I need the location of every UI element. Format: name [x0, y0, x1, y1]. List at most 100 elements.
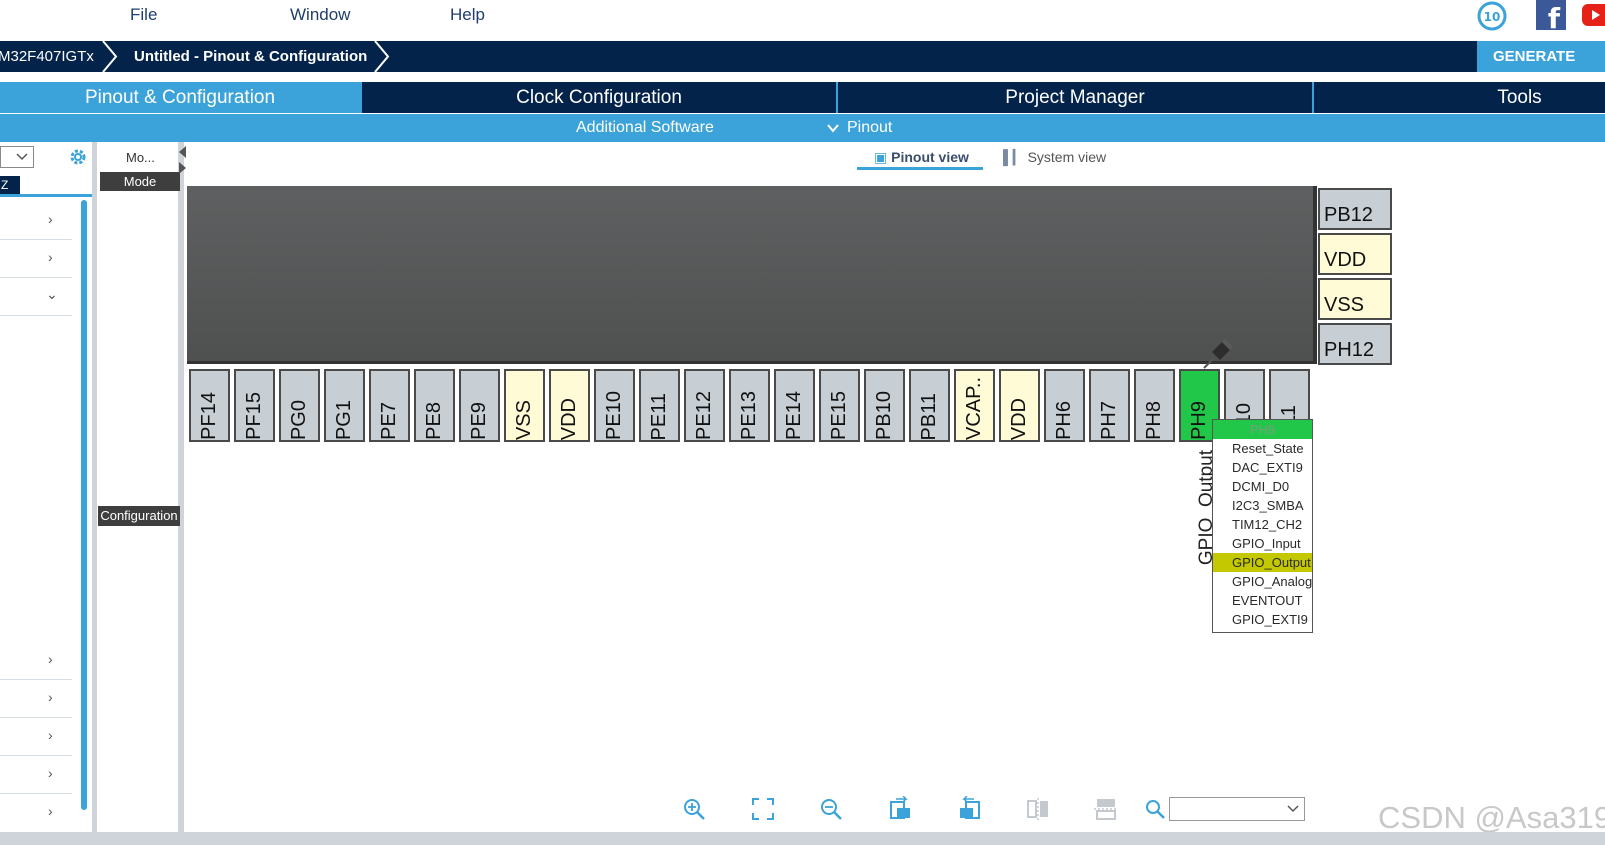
category-row[interactable]: ⌄	[0, 278, 72, 316]
search-select[interactable]	[1169, 797, 1305, 821]
pinout-view-label: Pinout view	[891, 149, 969, 165]
facebook-icon[interactable]: f	[1534, 0, 1568, 35]
badge-10-icon[interactable]: 10	[1475, 0, 1509, 32]
pin[interactable]: VDD	[549, 369, 590, 442]
tab-system-view[interactable]: ▌▎ System view	[1003, 149, 1106, 166]
pin[interactable]: PG0	[279, 369, 320, 442]
configuration-header[interactable]: Configuration	[98, 506, 180, 526]
generate-code-button[interactable]: GENERATE CODE	[1477, 41, 1605, 96]
pin[interactable]: PH6	[1044, 369, 1085, 442]
pin[interactable]: PE8	[414, 369, 455, 442]
category-row[interactable]: ›	[0, 240, 72, 278]
pin[interactable]: VSS	[1318, 278, 1392, 320]
pin-function-option[interactable]: DAC_EXTI9	[1213, 458, 1312, 477]
pin-function-option[interactable]: EVENTOUT	[1213, 591, 1312, 610]
pin-label: VDD	[1008, 397, 1030, 440]
bars-icon: ▌▎	[1003, 149, 1024, 165]
tab-clock-configuration[interactable]: Clock Configuration	[362, 82, 836, 113]
pin[interactable]: PF15	[234, 369, 275, 442]
sub-menu-bar: Additional Software Pinout	[0, 114, 1605, 142]
pin[interactable]: PE7	[369, 369, 410, 442]
pin[interactable]: PF14	[189, 369, 230, 442]
pin-label: VCAP..	[963, 377, 985, 440]
pin-label: PE9	[468, 402, 490, 440]
pin-function-option[interactable]: GPIO_Input	[1213, 534, 1312, 553]
sort-badge[interactable]: Z	[0, 176, 20, 194]
fit-screen-icon[interactable]	[750, 796, 776, 822]
zoom-in-icon[interactable]	[681, 796, 707, 822]
category-row[interactable]: ›	[0, 794, 72, 832]
pin-function-menu: PH9 Reset_State DAC_EXTI9 DCMI_D0 I2C3_SMBA…	[1212, 419, 1313, 633]
category-row[interactable]: ›	[0, 756, 72, 794]
pin[interactable]: VDD	[1318, 233, 1392, 275]
menu-help[interactable]: Help	[450, 5, 485, 25]
pin-label: PE8	[423, 402, 445, 440]
pin[interactable]: PE13	[729, 369, 770, 442]
search-icon[interactable]	[1144, 796, 1166, 822]
flip-horizontal-icon[interactable]	[1093, 796, 1119, 822]
category-row[interactable]: ›	[0, 202, 72, 240]
pin[interactable]: PB10	[864, 369, 905, 442]
mcu-chip-body[interactable]	[187, 186, 1317, 364]
pin[interactable]: PB12	[1318, 188, 1392, 230]
pin-function-option[interactable]: GPIO_Output	[1213, 553, 1312, 572]
category-row[interactable]: ›	[0, 642, 72, 680]
tab-pinout-view[interactable]: ▣ Pinout view	[874, 149, 969, 166]
rotate-right-icon[interactable]	[888, 796, 914, 822]
breadcrumb-project[interactable]: Untitled - Pinout & Configuration	[134, 41, 367, 72]
pin-function-option[interactable]: GPIO_EXTI9	[1213, 610, 1312, 629]
pin[interactable]: VSS	[504, 369, 545, 442]
chip-icon: ▣	[874, 149, 888, 165]
left-scrollbar[interactable]	[81, 200, 87, 810]
mode-header[interactable]: Mode	[100, 172, 180, 191]
pin[interactable]: PE15	[819, 369, 860, 442]
pinout-menu[interactable]: Pinout	[847, 119, 892, 137]
pin-function-option[interactable]: GPIO_Analog	[1213, 572, 1312, 591]
pushpin-icon[interactable]	[1200, 338, 1234, 372]
pin[interactable]: PE9	[459, 369, 500, 442]
pin-function-option[interactable]: I2C3_SMBA	[1213, 496, 1312, 515]
menu-file[interactable]: File	[130, 5, 157, 25]
pin-function-option[interactable]: TIM12_CH2	[1213, 515, 1312, 534]
pin[interactable]: VCAP..	[954, 369, 995, 442]
tab-project-manager[interactable]: Project Manager	[838, 82, 1312, 113]
pin-label: PE11	[648, 392, 670, 440]
chevron-right-icon: ›	[48, 765, 53, 781]
pin[interactable]: PB11	[909, 369, 950, 442]
pin[interactable]: PE12	[684, 369, 725, 442]
pin[interactable]: PH12	[1318, 323, 1392, 365]
svg-text:10: 10	[1484, 10, 1501, 24]
pin-label: VSS	[513, 399, 535, 440]
zoom-out-icon[interactable]	[818, 796, 844, 822]
category-row[interactable]: ›	[0, 718, 72, 756]
tab-tools[interactable]: Tools	[1314, 82, 1605, 113]
youtube-icon[interactable]	[1580, 0, 1605, 32]
pin[interactable]: PE14	[774, 369, 815, 442]
pin-function-option[interactable]: DCMI_D0	[1213, 477, 1312, 496]
pin[interactable]: PH8	[1134, 369, 1175, 442]
chevron-down-icon	[827, 124, 839, 133]
collapse-arrows-icon[interactable]	[179, 146, 186, 174]
flip-vertical-icon[interactable]	[1025, 796, 1051, 822]
pin[interactable]: PE11	[639, 369, 680, 442]
rotate-left-icon[interactable]	[956, 796, 982, 822]
additional-software-menu[interactable]: Additional Software	[576, 119, 714, 137]
pin-label: PB11	[918, 392, 940, 440]
category-select[interactable]	[0, 146, 34, 168]
pin[interactable]: PE10	[594, 369, 635, 442]
menu-window[interactable]: Window	[290, 5, 350, 25]
pin-label: PG0	[288, 399, 310, 440]
pin-label: PE14	[783, 391, 805, 440]
pin[interactable]: PG1	[324, 369, 365, 442]
pin-label: PH8	[1143, 401, 1165, 440]
pin-function-option[interactable]: Reset_State	[1213, 439, 1312, 458]
tab-pinout-configuration[interactable]: Pinout & Configuration	[0, 82, 360, 113]
menu-bar: File Window Help 10 f	[0, 0, 1605, 40]
category-row[interactable]: ›	[0, 680, 72, 718]
gear-icon[interactable]	[68, 147, 88, 167]
chevron-right-icon: ›	[48, 651, 53, 667]
pin[interactable]: VDD	[999, 369, 1040, 442]
breadcrumb-device[interactable]: M32F407IGTx	[0, 41, 98, 72]
pin[interactable]: PH7	[1089, 369, 1130, 442]
divider	[0, 194, 92, 197]
